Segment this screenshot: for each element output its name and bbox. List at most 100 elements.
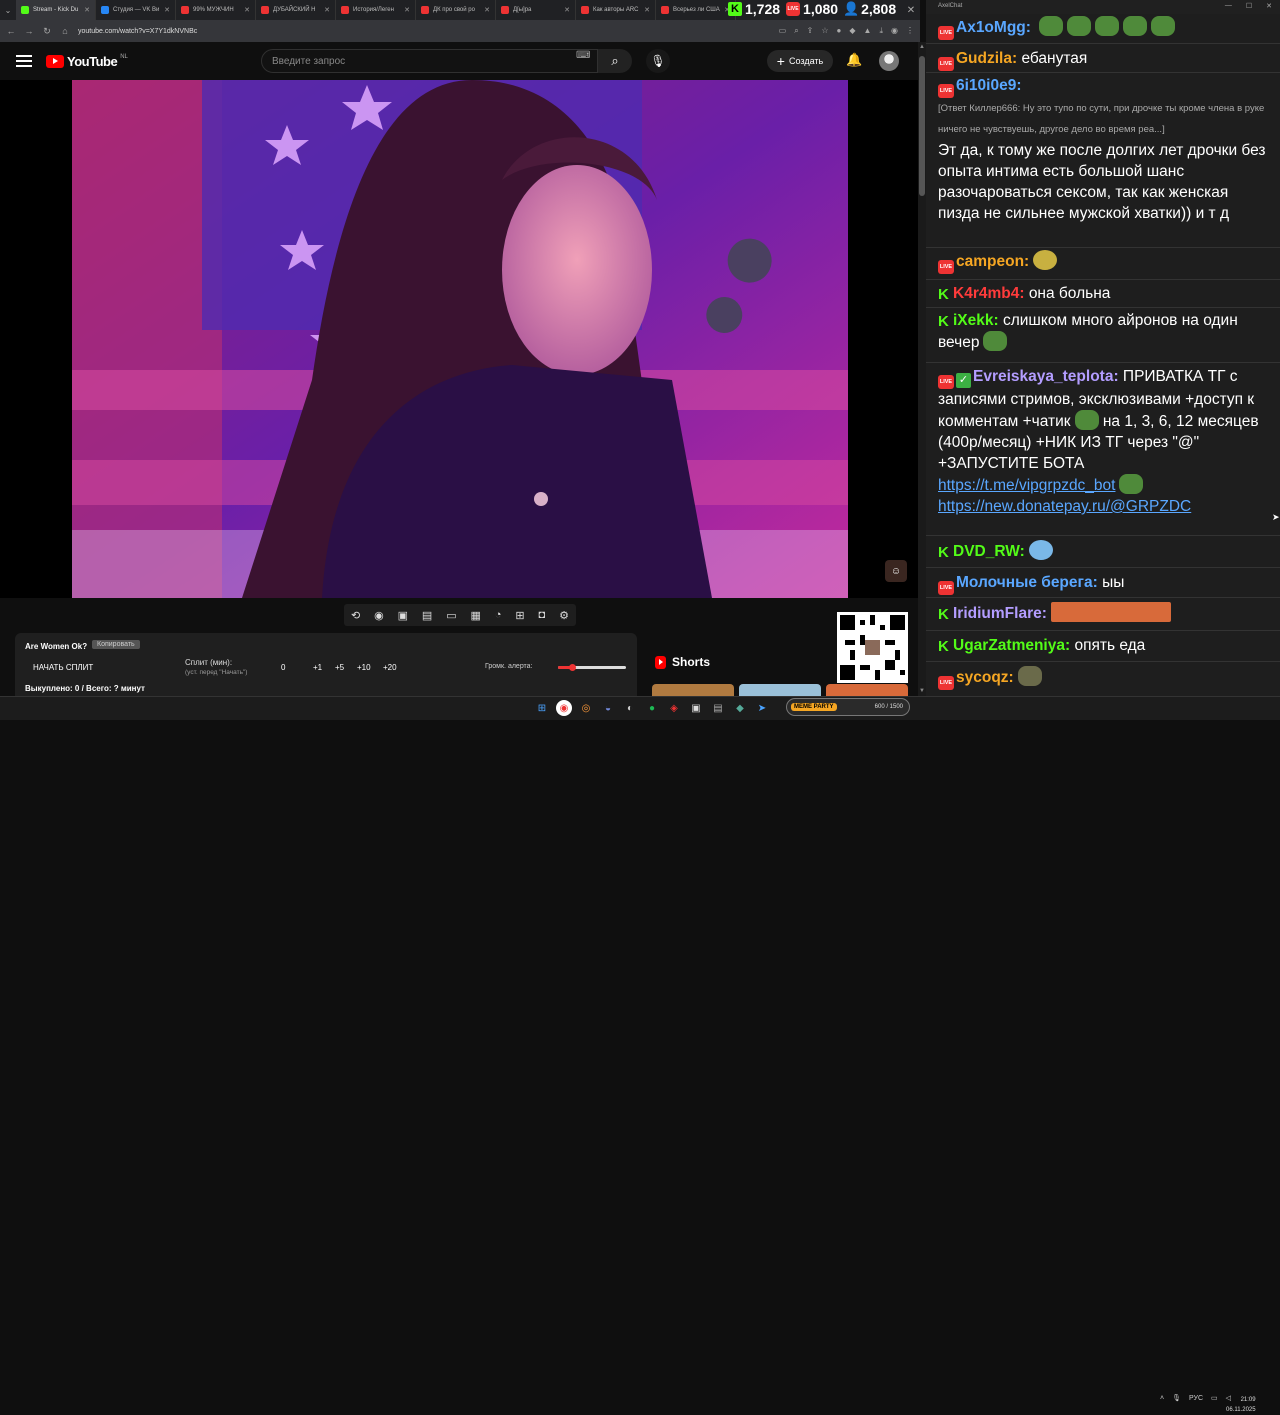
browser-tab[interactable]: Stream - Kick Du ✕ xyxy=(16,0,96,20)
avatar[interactable] xyxy=(879,51,899,71)
slider-handle[interactable] xyxy=(568,664,576,671)
new-tab-button[interactable]: ✕ xyxy=(902,0,920,20)
reload-icon[interactable]: ↻ xyxy=(42,26,52,37)
split-option[interactable]: +20 xyxy=(383,663,397,672)
page-scrollbar[interactable]: ▲ ▼ xyxy=(918,42,926,696)
tab-search-button[interactable]: ⌄ xyxy=(0,0,16,20)
chat-message: LIVE campeon: xyxy=(938,250,1270,274)
search-input[interactable]: Введите запрос xyxy=(261,49,598,73)
pepe-emote-icon xyxy=(1067,16,1092,36)
shorts-thumbnail[interactable] xyxy=(652,684,734,696)
bell-icon[interactable]: 🔔 xyxy=(846,52,862,68)
split-option[interactable]: +10 xyxy=(357,663,371,672)
forward-icon[interactable]: → xyxy=(24,26,34,36)
browser-tab[interactable]: Всерьез ли США✕ xyxy=(656,0,736,20)
split-panel: Are Women Ok? Копировать НАЧАТЬ СПЛИТ Сп… xyxy=(15,633,637,696)
app-icon[interactable]: ▤ xyxy=(710,700,726,716)
channel-watermark-icon[interactable]: ☺ xyxy=(885,560,907,582)
qr-code xyxy=(837,612,908,683)
speed-icon[interactable]: ◔ xyxy=(495,609,502,621)
extension-icon[interactable]: ◆ xyxy=(849,26,855,36)
alert-volume-slider[interactable] xyxy=(558,664,626,671)
shorts-thumbnail[interactable] xyxy=(826,684,908,696)
copy-button[interactable]: Копировать xyxy=(92,640,140,649)
back-icon[interactable]: ← xyxy=(6,26,16,36)
search-button[interactable]: ⌕ xyxy=(598,49,632,73)
close-tab-icon[interactable]: ✕ xyxy=(324,6,330,14)
clock[interactable]: 21:09 06.11.2025 xyxy=(1226,1395,1256,1415)
start-split-button[interactable]: НАЧАТЬ СПЛИТ xyxy=(33,663,93,672)
close-tab-icon[interactable]: ✕ xyxy=(564,6,570,14)
chrome-icon[interactable]: ◉ xyxy=(556,700,572,716)
app-icon[interactable]: ◈ xyxy=(666,700,682,716)
keyboard-icon[interactable]: ⌨ xyxy=(576,50,590,61)
close-tab-icon[interactable]: ✕ xyxy=(164,6,170,14)
shorts-thumbnail[interactable] xyxy=(739,684,821,696)
browser-menu-icon[interactable]: ⋮ xyxy=(906,26,914,36)
network-icon[interactable]: ▭ xyxy=(1211,1394,1218,1402)
close-icon[interactable]: ✕ xyxy=(1266,2,1272,10)
fit-icon[interactable]: ▭ xyxy=(446,609,456,622)
mic-icon[interactable]: 🎙 xyxy=(646,49,670,73)
split-option[interactable]: 0 xyxy=(281,663,285,672)
profile-icon[interactable]: ◉ xyxy=(891,26,898,36)
app-icon[interactable]: ▣ xyxy=(688,700,704,716)
language-indicator[interactable]: РУС xyxy=(1189,1395,1203,1402)
create-button[interactable]: + Создать xyxy=(767,50,833,72)
zoom-icon[interactable]: ⌕ xyxy=(794,26,798,36)
close-tab-icon[interactable]: ✕ xyxy=(644,6,650,14)
share-icon[interactable]: ⇪ xyxy=(807,26,814,36)
settings-icon[interactable]: ⚙ xyxy=(559,609,569,622)
chat-link[interactable]: https://new.donatepay.ru/@GRPZDC xyxy=(938,498,1191,515)
tray-arrow-icon[interactable]: ˄ xyxy=(1160,1395,1164,1402)
extension-icon[interactable]: ▲ xyxy=(864,26,872,36)
close-tab-icon[interactable]: ✕ xyxy=(404,6,410,14)
maximize-icon[interactable]: ☐ xyxy=(1246,2,1252,10)
address-bar: ← → ↻ ⌂ youtube.com/watch?v=X7Y1dkNVNBc … xyxy=(0,20,920,42)
windows-start-icon[interactable]: ⊞ xyxy=(534,700,550,716)
theater-icon[interactable]: ▦ xyxy=(471,609,481,622)
telegram-icon[interactable]: ➤ xyxy=(754,700,770,716)
menu-icon[interactable] xyxy=(16,55,32,67)
home-icon[interactable]: ⌂ xyxy=(60,26,70,36)
discord-icon[interactable]: ◒ xyxy=(600,700,616,716)
downloads-icon[interactable]: ⤓ xyxy=(879,26,883,36)
loop-icon[interactable]: ⟲ xyxy=(351,609,360,622)
extension-icon[interactable]: ● xyxy=(837,26,842,36)
browser-tab[interactable]: История/Леген ✕ xyxy=(336,0,416,20)
bookmark-icon[interactable]: ☆ xyxy=(821,26,828,36)
app-icon[interactable]: ◆ xyxy=(732,700,748,716)
user-icon: 👤 xyxy=(843,1,860,16)
browser-tab[interactable]: Как авторы ARC ✕ xyxy=(576,0,656,20)
split-option[interactable]: +1 xyxy=(313,663,322,672)
url-field[interactable]: youtube.com/watch?v=X7Y1dkNVNBc xyxy=(78,28,197,35)
cast-icon[interactable]: ▭ xyxy=(779,26,787,36)
mic-tray-icon[interactable]: 🎙 xyxy=(1172,1394,1181,1402)
browser-tab[interactable]: Студия — VK Ви ✕ xyxy=(96,0,176,20)
audio-icon[interactable]: ◉ xyxy=(374,609,384,622)
scroll-up-icon[interactable]: ▲ xyxy=(919,44,925,50)
browser-icon[interactable]: ◎ xyxy=(578,700,594,716)
browser-tab[interactable]: ДК про свой ро ✕ xyxy=(416,0,496,20)
mirror-icon[interactable]: ▣ xyxy=(398,609,408,622)
spotify-icon[interactable]: ● xyxy=(644,700,660,716)
clip-icon[interactable]: ▤ xyxy=(422,609,432,622)
youtube-logo[interactable]: YouTube NL xyxy=(46,54,128,69)
split-option[interactable]: +5 xyxy=(335,663,344,672)
video-player[interactable] xyxy=(72,80,848,598)
close-tab-icon[interactable]: ✕ xyxy=(244,6,250,14)
close-tab-icon[interactable]: ✕ xyxy=(484,6,490,14)
close-tab-icon[interactable]: ✕ xyxy=(84,6,90,14)
youtube-icon xyxy=(581,6,589,14)
browser-tab[interactable]: Д[ы]ра ✕ xyxy=(496,0,576,20)
steam-icon[interactable]: ◐ xyxy=(622,700,638,716)
screenshot-icon[interactable]: ◘ xyxy=(539,609,546,621)
shorts-icon xyxy=(655,655,666,669)
browser-tab[interactable]: ДУБАЙСКИЙ Н ✕ xyxy=(256,0,336,20)
playlist-add-icon[interactable]: ⊞ xyxy=(515,609,524,622)
chat-link[interactable]: https://t.me/vipgrpzdc_bot xyxy=(938,477,1115,494)
scroll-down-icon[interactable]: ▼ xyxy=(919,688,925,694)
scrollbar-thumb[interactable] xyxy=(919,56,925,196)
browser-tab[interactable]: 99% МУЖЧИН ✕ xyxy=(176,0,256,20)
minimize-icon[interactable]: — xyxy=(1225,2,1232,10)
